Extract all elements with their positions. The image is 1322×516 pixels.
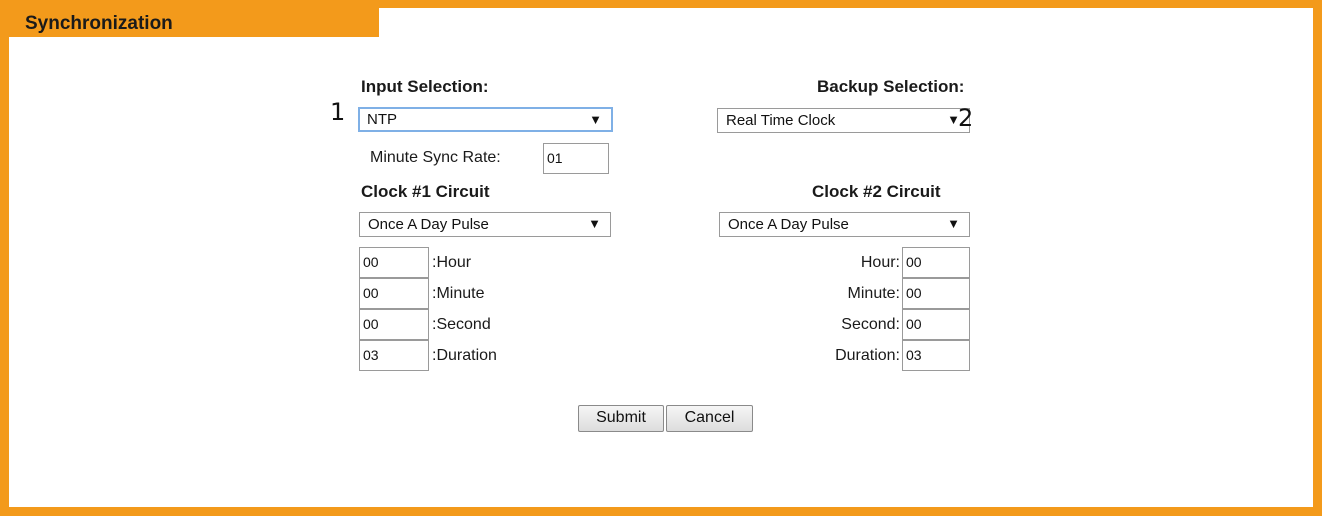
annotation-marker-2: 2	[958, 104, 974, 132]
clock1-mode-dropdown[interactable]: Once A Day Pulse ▼	[359, 212, 611, 237]
annotation-marker-1: 1	[330, 98, 346, 126]
clock1-minute-label: :Minute	[432, 285, 485, 302]
chevron-down-icon: ▼	[947, 216, 960, 231]
clock2-second-label: Second:	[841, 316, 900, 333]
backup-selection-value: Real Time Clock	[726, 112, 836, 129]
chevron-down-icon: ▼	[589, 112, 602, 127]
clock2-duration-input[interactable]: 03	[902, 340, 970, 371]
clock2-minute-label: Minute:	[847, 285, 900, 302]
clock1-minute-input[interactable]: 00	[359, 278, 429, 309]
clock1-duration-label: :Duration	[432, 347, 497, 364]
clock2-minute-input[interactable]: 00	[902, 278, 970, 309]
clock2-mode-value: Once A Day Pulse	[728, 216, 849, 233]
clock1-second-input[interactable]: 00	[359, 309, 429, 340]
chevron-down-icon: ▼	[588, 216, 601, 231]
clock2-hour-label: Hour:	[860, 254, 900, 271]
clock1-hour-input[interactable]: 00	[359, 247, 429, 278]
input-selection-dropdown[interactable]: NTP ▼	[358, 107, 613, 132]
cancel-button[interactable]: Cancel	[666, 405, 753, 432]
clock1-duration-input[interactable]: 03	[359, 340, 429, 371]
input-selection-heading: Input Selection:	[361, 77, 489, 96]
backup-selection-heading: Backup Selection:	[817, 77, 965, 96]
clock2-second-input[interactable]: 00	[902, 309, 970, 340]
clock1-hour-label: :Hour	[432, 254, 472, 271]
panel-title: Synchronization	[25, 13, 173, 34]
input-selection-value: NTP	[367, 111, 397, 128]
synchronization-panel	[0, 0, 1322, 516]
clock2-hour-input[interactable]: 00	[902, 247, 970, 278]
clock1-heading: Clock #1 Circuit	[361, 182, 490, 201]
minute-sync-rate-label: Minute Sync Rate:	[370, 149, 501, 166]
submit-button[interactable]: Submit	[578, 405, 664, 432]
clock1-mode-value: Once A Day Pulse	[368, 216, 489, 233]
clock1-second-label: :Second	[432, 316, 491, 333]
minute-sync-rate-input[interactable]: 01	[543, 143, 609, 174]
clock2-mode-dropdown[interactable]: Once A Day Pulse ▼	[719, 212, 970, 237]
clock2-heading: Clock #2 Circuit	[812, 182, 941, 201]
clock2-duration-label: Duration:	[835, 347, 900, 364]
backup-selection-dropdown[interactable]: Real Time Clock ▼	[717, 108, 970, 133]
panel-header-tab: Synchronization	[0, 0, 379, 37]
